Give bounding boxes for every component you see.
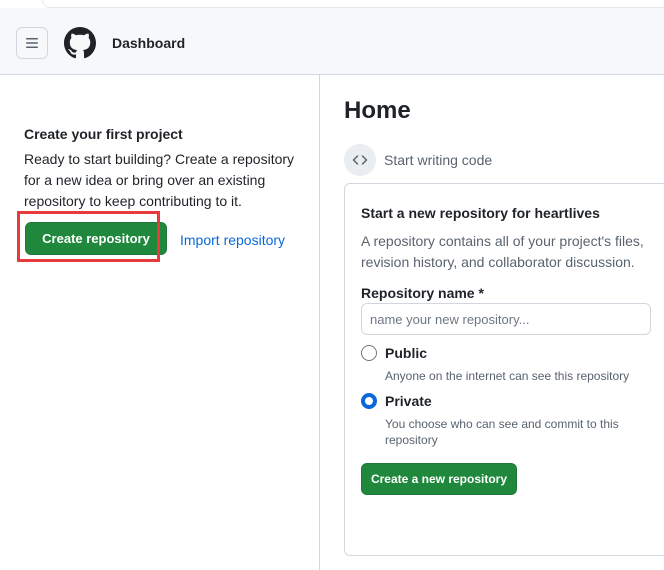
browser-tab-edge: [42, 0, 664, 8]
menu-button[interactable]: [16, 27, 48, 59]
private-radio[interactable]: [361, 393, 377, 409]
page-title: Dashboard: [112, 35, 186, 51]
code-brackets-icon: [344, 144, 376, 176]
card-description: A repository contains all of your projec…: [361, 233, 644, 270]
github-logo-icon[interactable]: [64, 27, 96, 59]
card-title: Start a new repository for heartlives: [361, 205, 600, 221]
left-panel: Create your first project Ready to start…: [0, 75, 320, 570]
public-radio[interactable]: [361, 345, 377, 361]
public-option-label[interactable]: Public: [385, 345, 427, 361]
import-repository-link[interactable]: Import repository: [180, 232, 285, 248]
home-title: Home: [344, 97, 411, 124]
private-option-description: You choose who can see and commit to thi…: [385, 417, 619, 447]
new-repository-card: Start a new repository for heartlives A …: [344, 183, 664, 556]
create-repository-button[interactable]: Create repository: [25, 222, 167, 255]
top-header: Dashboard: [0, 8, 664, 75]
first-project-description: Ready to start building? Create a reposi…: [24, 151, 295, 209]
repository-name-label: Repository name *: [361, 285, 484, 301]
start-writing-label: Start writing code: [384, 152, 493, 168]
private-option-label[interactable]: Private: [385, 393, 432, 409]
repository-name-input[interactable]: [361, 303, 651, 335]
main-content: Home Start writing code Start a new repo…: [321, 75, 664, 570]
public-option-description: Anyone on the internet can see this repo…: [385, 369, 630, 383]
hamburger-menu-icon: [26, 38, 38, 48]
create-new-repository-button[interactable]: Create a new repository: [361, 463, 517, 495]
first-project-heading: Create your first project: [24, 126, 183, 142]
